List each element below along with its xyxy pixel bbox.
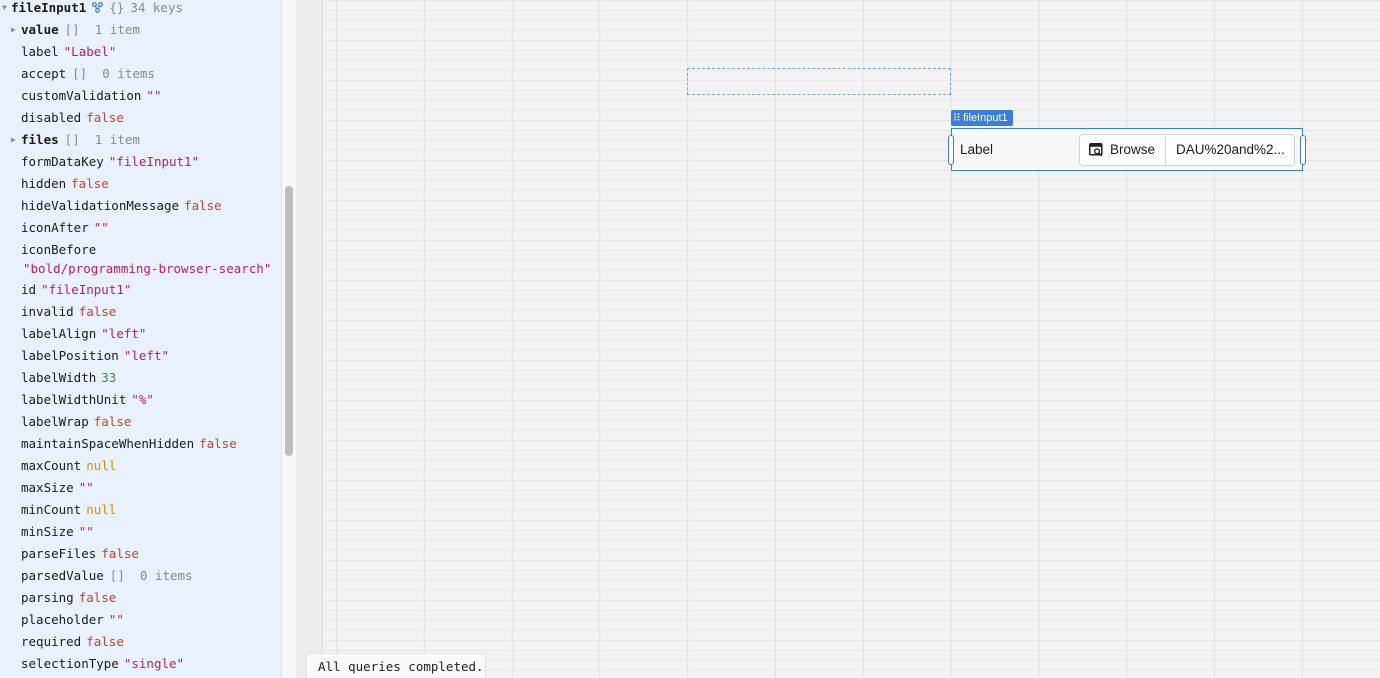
tree-value: false (184, 198, 222, 213)
status-text: All queries completed. (318, 659, 484, 674)
tree-key: labelPosition (21, 348, 119, 363)
tree-key: invalid (21, 304, 74, 319)
tree-key: placeholder (21, 612, 104, 627)
tree-value: false (199, 436, 237, 451)
expand-caret-icon[interactable]: ▼ (2, 0, 7, 19)
tree-key: accept (21, 66, 67, 81)
inspector-scrollbar[interactable] (281, 0, 295, 678)
tree-value: false (101, 546, 139, 561)
tree-root-key: fileInput1 (11, 0, 87, 15)
tree-key: labelAlign (21, 326, 97, 341)
tree-key: disabled (21, 110, 82, 125)
drag-grip-icon[interactable] (954, 113, 960, 121)
tree-value: false (71, 176, 109, 191)
tree-key: minSize (21, 524, 74, 539)
resize-handle-right[interactable] (1300, 135, 1306, 165)
tree-key: maintainSpaceWhenHidden (21, 436, 195, 451)
tree-value: "" (108, 612, 124, 627)
tree-value: "fileInput1" (41, 282, 132, 297)
expand-caret-icon[interactable]: ▶ (11, 129, 16, 151)
tree-root-count: 34 keys (130, 0, 184, 15)
tree-key: files (21, 132, 59, 147)
browse-button-label: Browse (1110, 142, 1156, 157)
component-name-label: fileInput1 (963, 112, 1008, 124)
tree-meta: [] 1 item (64, 22, 140, 37)
tree-key: maxSize (21, 480, 74, 495)
app-canvas[interactable]: fileInput1 Label Browse DAU%20and%2... (324, 0, 1380, 678)
tree-key: hideValidationMessage (21, 198, 180, 213)
tree-key: iconBefore (21, 242, 97, 257)
tree-key: parseFiles (21, 546, 97, 561)
tree-meta: [] 0 items (109, 568, 193, 583)
tree-value: "left" (123, 348, 169, 363)
tree-key: value (21, 22, 59, 37)
tree-root-type: {} (109, 0, 125, 15)
tree-key: parsing (21, 590, 74, 605)
tree-value: "fileInput1" (108, 154, 200, 169)
browse-button[interactable]: Browse (1080, 135, 1166, 165)
component-tree-icon (92, 2, 104, 13)
tree-key: selectionType (21, 656, 119, 671)
tree-key: maxCount (21, 458, 82, 473)
tree-value: "" (146, 88, 162, 103)
tree-key: iconAfter (21, 220, 89, 235)
tree-value: false (86, 110, 124, 125)
tree-key: parsedValue (21, 568, 104, 583)
tree-meta: [] 0 items (72, 66, 155, 81)
tree-key: customValidation (21, 88, 142, 103)
selected-file-name: DAU%20and%2... (1176, 142, 1285, 157)
drop-zone-placeholder (687, 68, 951, 95)
tree-key: labelWidthUnit (21, 392, 127, 407)
tree-value: false (78, 590, 117, 605)
tree-key: label (21, 44, 59, 59)
tree-value: "" (93, 220, 109, 235)
tree-value: "left" (101, 326, 147, 341)
tree-value: false (86, 634, 124, 649)
file-input-field[interactable]: Browse DAU%20and%2... (1079, 134, 1295, 166)
inspector-scroll-thumb[interactable] (285, 186, 293, 456)
tree-key: labelWrap (21, 414, 89, 429)
tree-key: id (21, 282, 37, 297)
tree-key: minCount (21, 502, 82, 517)
state-inspector: ▼ fileInput1 {} 34 keys ▶ value [] 1 item label… (0, 0, 281, 678)
tree-value: false (93, 414, 132, 429)
tree-value: "" (78, 480, 94, 495)
tree-key: labelWidth (21, 370, 97, 385)
tree-value: "single" (123, 656, 185, 671)
file-input-component[interactable]: Label Browse DAU%20and%2... (948, 128, 1306, 171)
canvas-gutter (296, 0, 323, 678)
tree-value: null (86, 502, 117, 517)
browser-search-icon (1089, 143, 1103, 157)
component-name-tag[interactable]: fileInput1 (951, 110, 1013, 126)
file-input-label: Label (960, 142, 994, 157)
expand-caret-icon[interactable]: ▶ (11, 19, 16, 41)
status-toast: All queries completed. (306, 653, 486, 678)
tree-value: 33 (101, 370, 117, 385)
tree-key: hidden (21, 176, 67, 191)
tree-value: null (86, 458, 117, 473)
tree-key: required (21, 634, 82, 649)
tree-key: formDataKey (21, 154, 104, 169)
tree-value: "Label" (63, 44, 117, 59)
tree-value: false (78, 304, 117, 319)
tree-value: "%" (131, 392, 154, 407)
resize-handle-left[interactable] (948, 135, 954, 165)
tree-value: "" (78, 524, 94, 539)
tree-value: "bold/programming-browser-search" (23, 261, 272, 276)
tree-meta: [] 1 item (64, 132, 140, 147)
